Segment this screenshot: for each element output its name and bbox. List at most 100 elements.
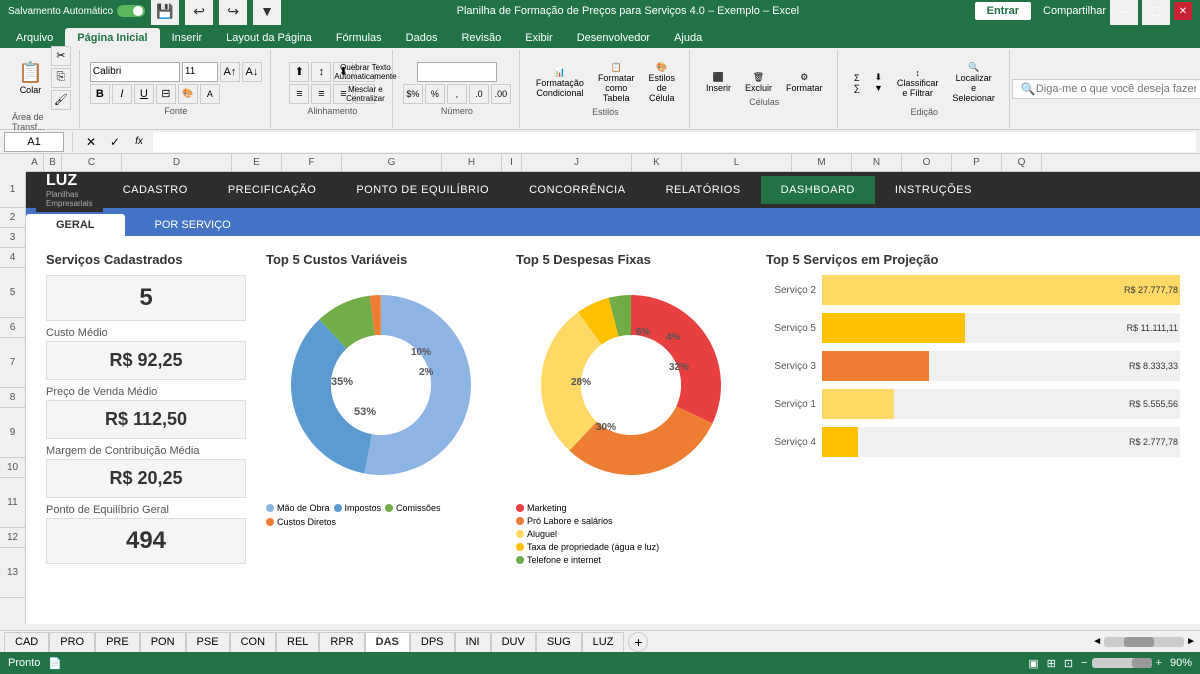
insert-function-button[interactable]: fx [129, 132, 149, 152]
cut-button[interactable]: ✂ [51, 46, 71, 66]
increase-font-button[interactable]: A↑ [220, 62, 240, 82]
sheet-tab-pro[interactable]: PRO [49, 632, 95, 652]
decrease-decimal-button[interactable]: .00 [491, 84, 511, 104]
entrar-button[interactable]: Entrar [975, 2, 1031, 20]
zoom-track[interactable] [1092, 658, 1152, 668]
format-button[interactable]: ⚙ Formatar [780, 70, 829, 95]
view-layout-icon[interactable]: ⊞ [1047, 657, 1056, 670]
nav-ponto[interactable]: PONTO DE EQUILÍBRIO [336, 176, 509, 204]
sheet-tab-sug[interactable]: SUG [536, 632, 582, 652]
sheet-tab-ini[interactable]: INI [455, 632, 491, 652]
tab-inserir[interactable]: Inserir [160, 28, 215, 48]
sheet-tab-rpr[interactable]: RPR [319, 632, 364, 652]
wrap-text-button[interactable]: Quebrar Texto Automaticamente [355, 62, 375, 82]
nav-dashboard[interactable]: DASHBOARD [761, 176, 875, 204]
tab-pagina-inicial[interactable]: Página Inicial [65, 28, 159, 48]
tab-exibir[interactable]: Exibir [513, 28, 565, 48]
fill-color-button[interactable]: 🎨 [178, 84, 198, 104]
insert-button[interactable]: ⬛ Inserir [700, 70, 737, 95]
zoom-in-icon[interactable]: + [1156, 657, 1162, 669]
horizontal-scrollbar[interactable]: ◄ ► [1092, 636, 1196, 647]
nav-instrucoes[interactable]: INSTRUÇÕES [875, 176, 992, 204]
search-input[interactable] [1036, 83, 1196, 95]
share-button[interactable]: Compartilhar [1043, 5, 1106, 17]
percent-button[interactable]: % [425, 84, 445, 104]
name-box[interactable] [4, 132, 64, 152]
view-page-break-icon[interactable]: ⊡ [1064, 657, 1073, 670]
autosum-button[interactable]: Σ ∑ [848, 71, 866, 95]
redo-button[interactable]: ↪ [219, 0, 247, 25]
zoom-level: 90% [1170, 657, 1192, 669]
font-size-input[interactable] [182, 62, 218, 82]
autosave-toggle[interactable] [117, 5, 145, 17]
maximize-button[interactable]: □ [1142, 0, 1170, 25]
spreadsheet-body: 1 2 3 4 5 6 7 8 9 10 11 12 13 LUZ Planil… [0, 172, 1200, 624]
copy-button[interactable]: ⎘ [51, 68, 71, 88]
delete-button[interactable]: 🗑 Excluir [739, 70, 778, 95]
sheet-tab-pse[interactable]: PSE [186, 632, 230, 652]
border-button[interactable]: ⊟ [156, 84, 176, 104]
sheet-tab-luz[interactable]: LUZ [582, 632, 625, 652]
underline-button[interactable]: U [134, 84, 154, 104]
nav-cadastro[interactable]: CADASTRO [103, 176, 208, 204]
tab-layout[interactable]: Layout da Página [214, 28, 324, 48]
close-button[interactable]: ✕ [1174, 2, 1192, 20]
nav-concorrencia[interactable]: CONCORRÊNCIA [509, 176, 645, 204]
comma-button[interactable]: , [447, 84, 467, 104]
formula-input[interactable] [153, 132, 1196, 152]
undo-button[interactable]: ↩ [185, 0, 213, 25]
currency-button[interactable]: $% [403, 84, 423, 104]
middle-align-button[interactable]: ↕ [311, 62, 331, 82]
nav-relatorios[interactable]: RELATÓRIOS [646, 176, 761, 204]
scroll-left-btn[interactable]: ◄ [1092, 636, 1102, 647]
search-box[interactable]: 🔍 [1012, 79, 1200, 99]
subtab-geral[interactable]: GERAL [26, 214, 125, 236]
format-as-table-button[interactable]: 📋 Formatar comoTabela [592, 60, 641, 105]
nav-precificacao[interactable]: PRECIFICAÇÃO [208, 176, 337, 204]
conditional-format-button[interactable]: 📊 FormataçãoCondicional [530, 65, 590, 100]
zoom-out-icon[interactable]: − [1081, 657, 1087, 669]
quick-access-button[interactable]: ▼ [253, 0, 281, 25]
tab-desenvolvedor[interactable]: Desenvolvedor [565, 28, 662, 48]
cell-styles-button[interactable]: 🎨 Estilos deCélula [642, 60, 681, 105]
scroll-right-btn[interactable]: ► [1186, 636, 1196, 647]
sheet-tab-con[interactable]: CON [230, 632, 276, 652]
sheet-tab-dps[interactable]: DPS [410, 632, 455, 652]
add-sheet-button[interactable]: + [628, 632, 648, 652]
top-align-button[interactable]: ⬆ [289, 62, 309, 82]
subtab-por-servico[interactable]: POR SERVIÇO [125, 214, 261, 236]
view-normal-icon[interactable]: ▣ [1028, 657, 1038, 670]
tab-ajuda[interactable]: Ajuda [662, 28, 714, 48]
paste-button[interactable]: 📋 Colar [12, 58, 49, 97]
italic-button[interactable]: I [112, 84, 132, 104]
zoom-thumb[interactable] [1132, 658, 1152, 668]
cancel-formula-button[interactable]: ✕ [81, 132, 101, 152]
sheet-tab-rel[interactable]: REL [276, 632, 319, 652]
center-align-button[interactable]: ≡ [311, 84, 331, 104]
fill-button[interactable]: ⬇ ▼ [868, 70, 889, 95]
save-button[interactable]: 💾 [151, 0, 179, 25]
tab-revisao[interactable]: Revisão [449, 28, 513, 48]
sheet-tab-cad[interactable]: CAD [4, 632, 49, 652]
minimize-button[interactable]: ─ [1110, 0, 1138, 25]
sort-filter-button[interactable]: ↕ Classificare Filtrar [891, 66, 945, 100]
sheet-tab-das[interactable]: DAS [365, 632, 410, 652]
increase-decimal-button[interactable]: .0 [469, 84, 489, 104]
tab-formulas[interactable]: Fórmulas [324, 28, 394, 48]
scrollbar-track[interactable] [1104, 637, 1184, 647]
decrease-font-button[interactable]: A↓ [242, 62, 262, 82]
find-select-button[interactable]: 🔍 Localizar eSelecionar [946, 60, 1001, 105]
merge-button[interactable]: Mesclar e Centralizar [355, 84, 375, 104]
scrollbar-thumb[interactable] [1124, 637, 1154, 647]
format-painter-button[interactable]: 🖌 [51, 90, 71, 110]
font-name-input[interactable] [90, 62, 180, 82]
sheet-tab-duv[interactable]: DUV [491, 632, 536, 652]
tab-dados[interactable]: Dados [394, 28, 450, 48]
sheet-tab-pre[interactable]: PRE [95, 632, 140, 652]
font-color-button[interactable]: A [200, 84, 220, 104]
sheet-tab-pon[interactable]: PON [140, 632, 186, 652]
bold-button[interactable]: B [90, 84, 110, 104]
confirm-formula-button[interactable]: ✓ [105, 132, 125, 152]
zoom-scrollbar[interactable]: − + [1081, 657, 1162, 669]
left-align-button[interactable]: ≡ [289, 84, 309, 104]
